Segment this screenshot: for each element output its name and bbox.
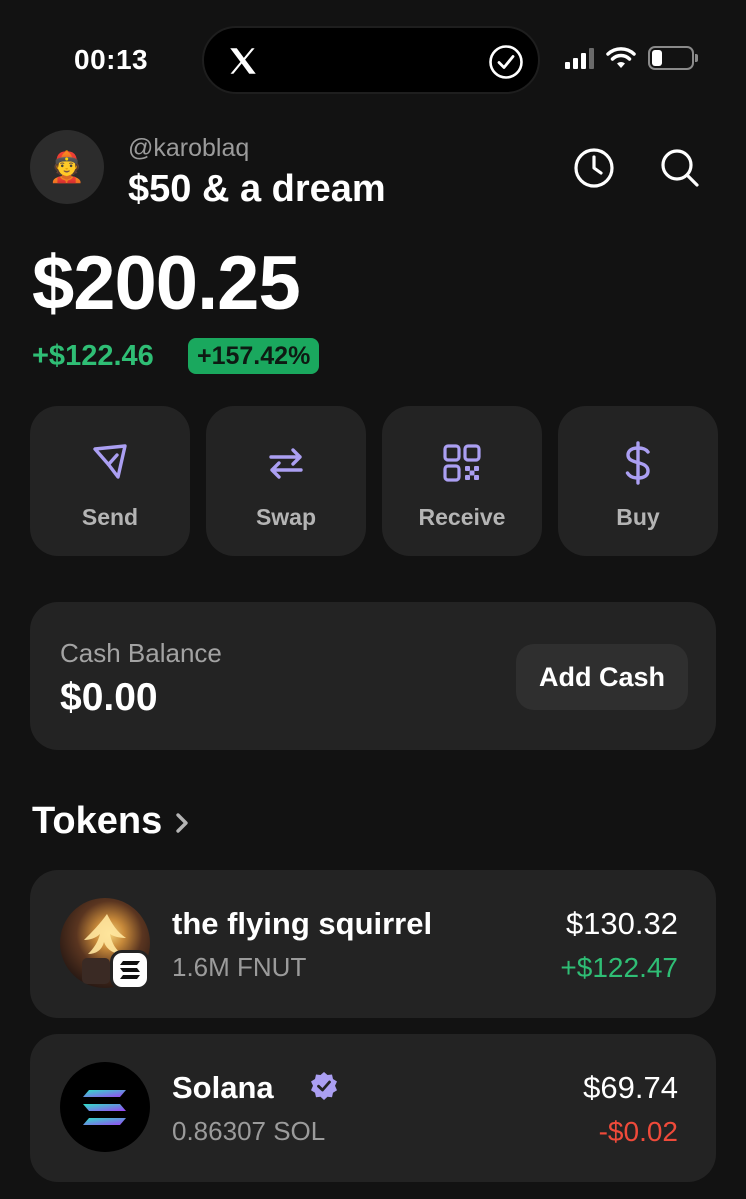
checkmark-circle-icon: [489, 45, 523, 79]
solana-chain-badge-icon: [110, 950, 150, 990]
solana-logo-icon: [60, 1062, 150, 1152]
token-value: $130.32: [565, 906, 678, 941]
total-balance: $200.25: [32, 241, 301, 326]
cash-balance-card: Cash Balance $0.00 Add Cash: [30, 602, 716, 750]
x-logo-icon: [230, 48, 256, 74]
search-icon[interactable]: [658, 146, 702, 190]
verified-badge-icon: [311, 1072, 337, 1100]
send-label: Send: [81, 504, 139, 530]
swap-icon: [269, 448, 303, 479]
token-change: +$122.47: [560, 952, 678, 983]
balance-change-percent-badge: +157.42%: [188, 338, 320, 374]
cash-balance-label: Cash Balance: [60, 638, 222, 668]
send-icon: [93, 444, 127, 479]
token-row-flying-squirrel[interactable]: the flying squirrel 1.6M FNUT $130.32 +$…: [30, 870, 716, 1018]
token-row-solana[interactable]: Solana 0.86307 SOL $69.74 -$0.02: [30, 1034, 716, 1182]
send-button[interactable]: Send: [30, 406, 190, 556]
dollar-icon: [625, 441, 650, 485]
cellular-signal-icon: [565, 47, 594, 69]
action-buttons: Send Swap Receive Buy: [30, 406, 718, 556]
dynamic-island: [202, 26, 540, 94]
receive-label: Receive: [418, 504, 506, 530]
buy-button[interactable]: Buy: [558, 406, 718, 556]
token-name: the flying squirrel: [172, 906, 433, 941]
avatar[interactable]: 👲: [30, 130, 104, 204]
username[interactable]: @karoblaq: [128, 134, 249, 163]
cash-balance-value: $0.00: [60, 676, 158, 719]
history-icon[interactable]: [572, 146, 616, 190]
token-change: -$0.02: [598, 1116, 678, 1147]
tokens-heading[interactable]: Tokens: [32, 800, 162, 843]
receive-button[interactable]: Receive: [382, 406, 542, 556]
wifi-icon: [606, 47, 636, 68]
chevron-right-icon[interactable]: [170, 808, 196, 838]
token-name: Solana: [172, 1070, 274, 1105]
wallet-name[interactable]: $50 & a dream: [128, 168, 386, 211]
swap-label: Swap: [255, 504, 317, 530]
battery-icon: [648, 46, 698, 70]
status-time: 00:13: [74, 44, 149, 75]
token-quantity: 0.86307 SOL: [172, 1116, 326, 1146]
swap-button[interactable]: Swap: [206, 406, 366, 556]
balance-change-amount: +$122.46: [32, 340, 154, 372]
avatar-emoji: 👲: [48, 150, 86, 184]
status-icons: [565, 46, 698, 70]
token-value: $69.74: [583, 1070, 678, 1105]
add-cash-button[interactable]: Add Cash: [516, 644, 688, 710]
qr-code-icon: [443, 444, 481, 482]
token-quantity: 1.6M FNUT: [172, 952, 307, 982]
buy-label: Buy: [616, 504, 660, 530]
